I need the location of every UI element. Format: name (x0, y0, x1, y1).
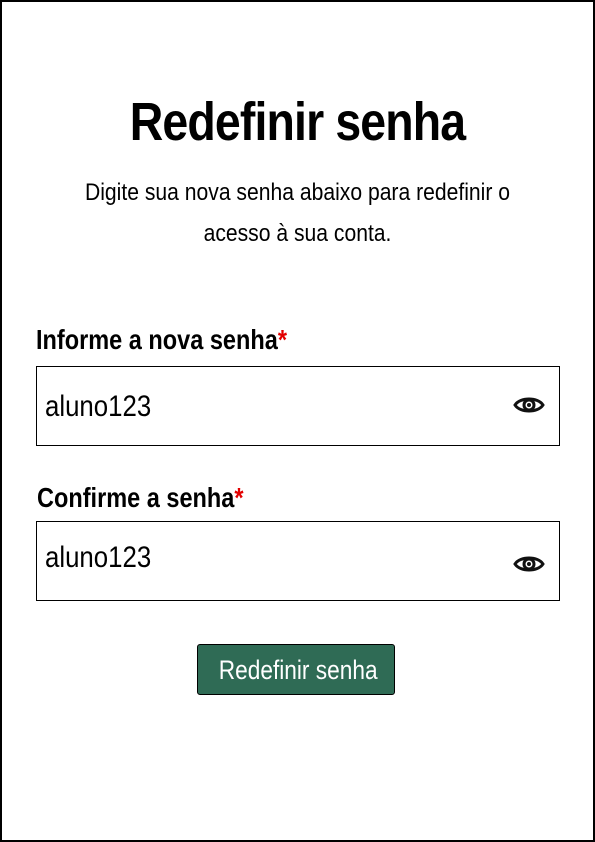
reset-password-button[interactable]: Redefinir senha (197, 644, 395, 695)
page-subtitle: Digite sua nova senha abaixo para redefi… (84, 179, 511, 247)
confirm-password-label-text: Confirme a senha (37, 482, 235, 513)
new-password-label: Informe a nova senha* (36, 322, 287, 358)
page-title: Redefinir senha (129, 92, 466, 152)
reset-password-button-label: Redefinir senha (218, 655, 378, 685)
confirm-password-label: Confirme a senha* (37, 480, 244, 516)
eye-icon[interactable] (513, 552, 545, 576)
confirm-password-value: aluno123 (45, 541, 152, 574)
eye-icon[interactable] (513, 393, 545, 417)
page-frame: Redefinir senha Digite sua nova senha ab… (0, 0, 595, 842)
new-password-label-text: Informe a nova senha (36, 324, 278, 355)
new-password-input[interactable]: aluno123 (36, 366, 560, 446)
confirm-password-input[interactable]: aluno123 (36, 521, 560, 601)
new-password-value: aluno123 (45, 390, 152, 423)
required-asterisk: * (277, 324, 287, 355)
required-asterisk: * (234, 482, 244, 513)
